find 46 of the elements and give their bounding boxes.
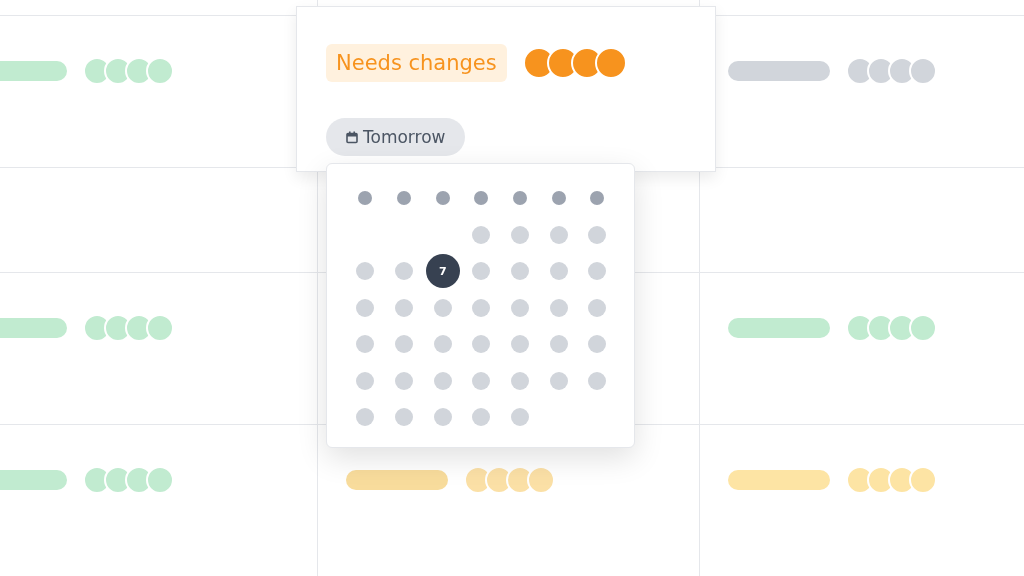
day-dot[interactable] xyxy=(511,298,530,317)
day-dot[interactable] xyxy=(549,262,568,281)
weekday-dot xyxy=(513,191,528,206)
day-dot[interactable] xyxy=(588,371,607,390)
day-dot[interactable] xyxy=(472,335,491,354)
selected-day[interactable]: 7 xyxy=(425,254,460,289)
day-dot[interactable] xyxy=(472,408,491,427)
day-dot[interactable] xyxy=(549,371,568,390)
day-dot[interactable] xyxy=(511,225,530,244)
day-dot[interactable] xyxy=(356,335,375,354)
day-dot[interactable] xyxy=(472,225,491,244)
day-dot[interactable] xyxy=(588,225,607,244)
day-dot[interactable] xyxy=(356,298,375,317)
day-dot[interactable] xyxy=(356,408,375,427)
day-dot[interactable] xyxy=(511,262,530,281)
day-dot[interactable] xyxy=(395,298,414,317)
day-dot[interactable] xyxy=(511,408,530,427)
day-dot[interactable] xyxy=(395,371,414,390)
weekday-dot xyxy=(474,191,489,206)
day-dot[interactable] xyxy=(433,371,452,390)
day-dot[interactable] xyxy=(433,298,452,317)
date-button[interactable]: Tomorrow xyxy=(326,118,466,156)
calendar-icon xyxy=(346,130,358,144)
day-dot[interactable] xyxy=(356,262,375,281)
day-dot[interactable] xyxy=(433,335,452,354)
day-dot[interactable] xyxy=(472,298,491,317)
day-dot[interactable] xyxy=(395,262,414,281)
day-dot[interactable] xyxy=(588,262,607,281)
day-dot[interactable] xyxy=(588,298,607,317)
day-dot[interactable] xyxy=(472,262,491,281)
day-dot[interactable] xyxy=(433,408,452,427)
day-dot[interactable] xyxy=(549,298,568,317)
day-dot[interactable] xyxy=(395,335,414,354)
weekday-dot xyxy=(551,191,566,206)
day-dot[interactable] xyxy=(472,371,491,390)
day-dot[interactable] xyxy=(588,335,607,354)
day-dot[interactable] xyxy=(511,371,530,390)
day-dot[interactable] xyxy=(511,335,530,354)
weekday-dot xyxy=(590,191,605,206)
day-dot[interactable] xyxy=(356,371,375,390)
day-dot[interactable] xyxy=(549,225,568,244)
day-dot[interactable] xyxy=(395,408,414,427)
weekday-dot xyxy=(435,191,450,206)
day-dot[interactable] xyxy=(549,335,568,354)
weekday-dot xyxy=(397,191,412,206)
weekday-dot xyxy=(358,191,373,206)
